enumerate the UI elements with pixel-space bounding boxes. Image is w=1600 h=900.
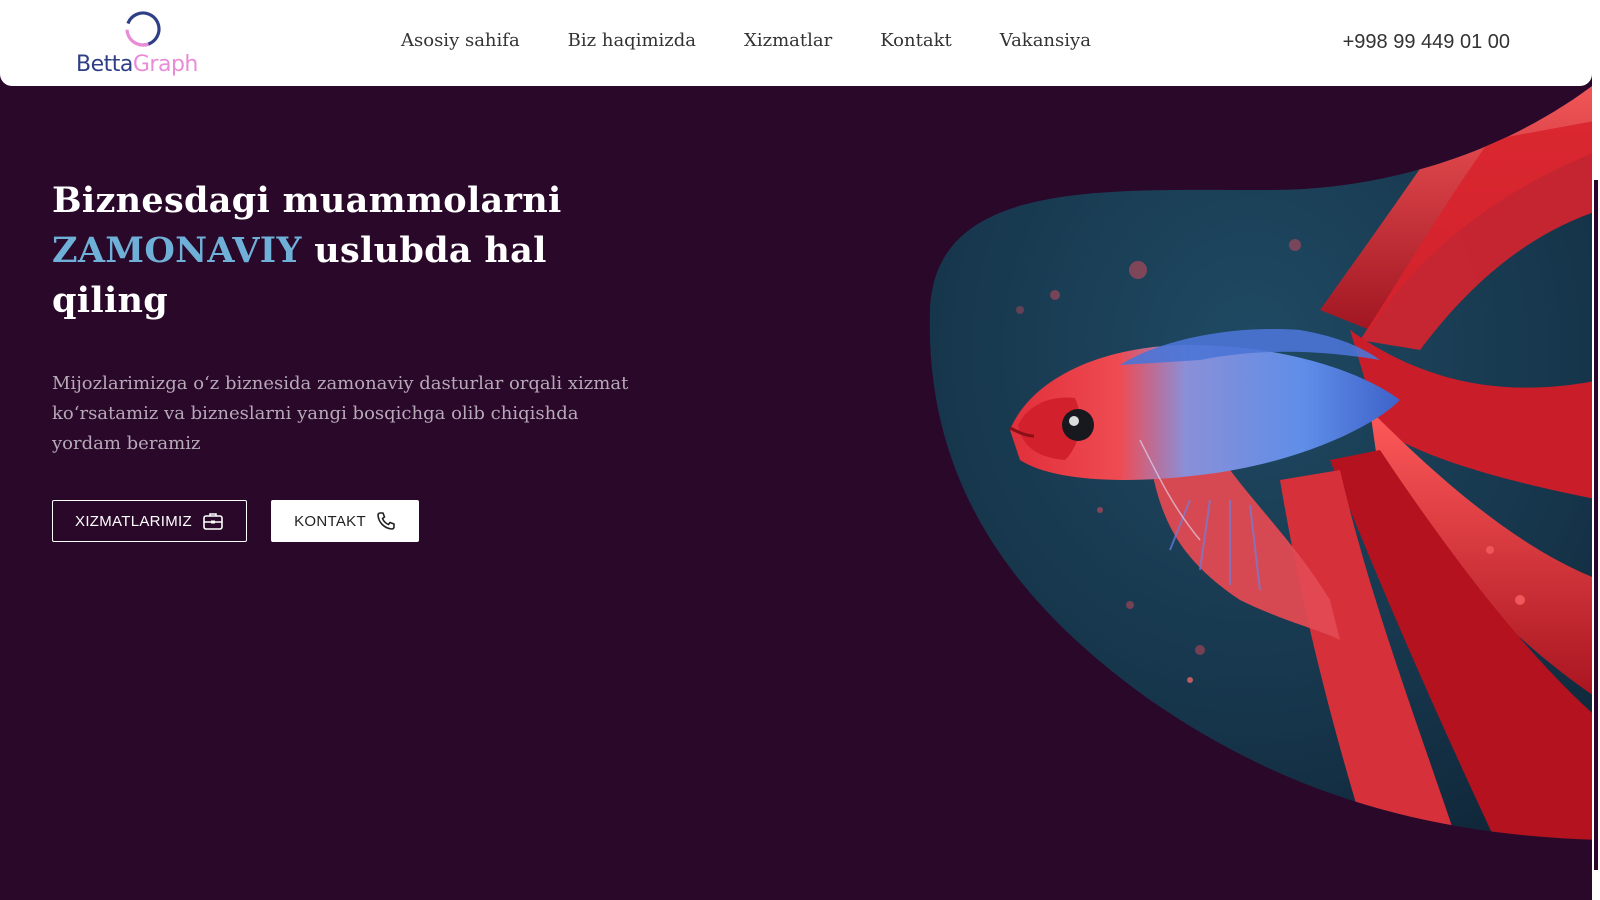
hero-title-line3: qiling xyxy=(52,280,169,321)
services-button-label: XIZMATLARIMIZ xyxy=(75,512,192,530)
logo-text-graph: Graph xyxy=(132,52,198,77)
nav-item-home[interactable]: Asosiy sahifa xyxy=(401,30,520,51)
hero-title-line1: Biznesdagi muammolarni xyxy=(52,180,562,221)
hero-title-rest: uslubda hal xyxy=(314,230,547,271)
brand-logo[interactable]: BettaGraph xyxy=(76,6,236,80)
contact-button[interactable]: KONTAKT xyxy=(271,500,419,542)
nav-item-about[interactable]: Biz haqimizda xyxy=(568,30,696,51)
hero-description: Mijozlarimizga o‘z biznesida zamonaviy d… xyxy=(52,373,629,454)
logo-text-betta: Betta xyxy=(76,52,133,77)
phone-icon xyxy=(377,512,395,530)
logo-ring-icon xyxy=(125,11,161,47)
top-navbar: BettaGraph Asosiy sahifa Biz haqimizda X… xyxy=(0,0,1592,86)
nav-item-vacancy[interactable]: Vakansiya xyxy=(1000,30,1091,51)
phone-number-link[interactable]: +998 99 449 01 00 xyxy=(1343,31,1510,54)
hero-title: Biznesdagi muammolarni ZAMONAVIY uslubda … xyxy=(52,176,672,326)
page-scrollbar-thumb[interactable] xyxy=(1594,180,1598,870)
betta-fish-illustration xyxy=(929,80,1600,840)
contact-button-label: KONTAKT xyxy=(294,512,366,530)
hero-title-accent: ZAMONAVIY xyxy=(52,230,302,271)
nav-item-services[interactable]: Xizmatlar xyxy=(744,30,832,51)
briefcase-icon xyxy=(203,513,223,530)
main-nav: Asosiy sahifa Biz haqimizda Xizmatlar Ko… xyxy=(401,30,1139,51)
services-button[interactable]: XIZMATLARIMIZ xyxy=(52,500,247,542)
logo-wordmark: BettaGraph xyxy=(76,52,198,77)
nav-item-contact[interactable]: Kontakt xyxy=(880,30,952,51)
